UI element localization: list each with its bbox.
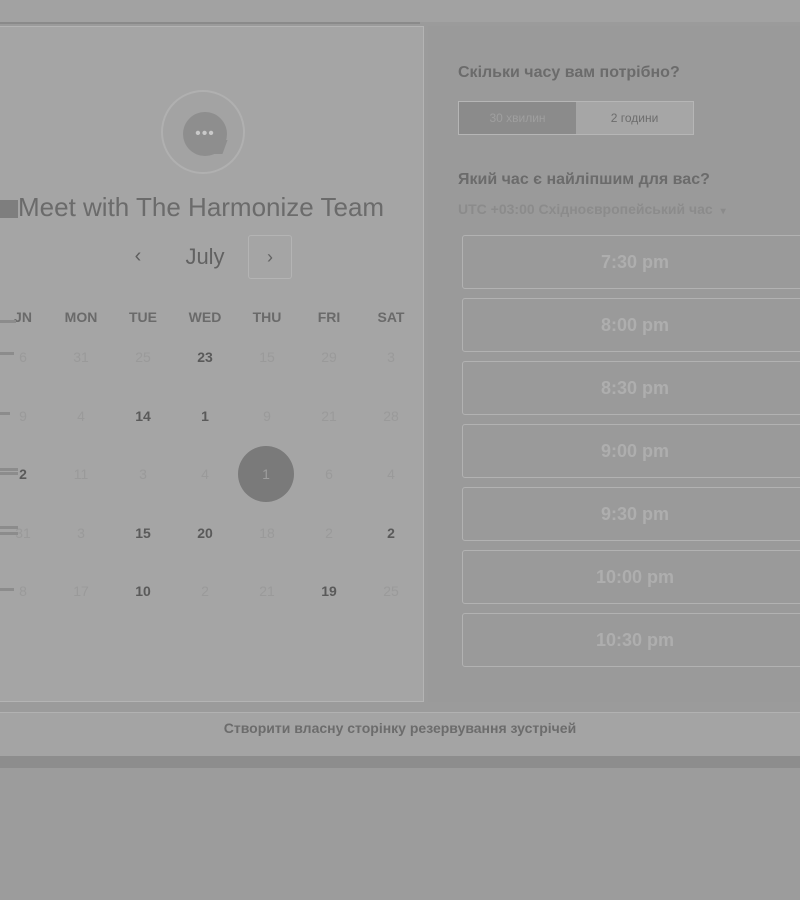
calendar-day: 4 — [201, 466, 209, 482]
calendar-day: 9 — [19, 408, 27, 424]
calendar-day: 2 — [325, 525, 333, 541]
calendar-day: 28 — [383, 408, 399, 424]
weekday-header: FRI — [317, 309, 341, 325]
calendar-day: 18 — [259, 525, 275, 541]
page-background — [0, 768, 800, 900]
weekday-header: TUE — [129, 309, 157, 325]
time-slot[interactable]: 10:00 pm — [462, 550, 800, 604]
time-slot[interactable]: 9:30 pm — [462, 487, 800, 541]
calendar-day[interactable]: 15 — [112, 525, 174, 541]
calendar-day: 4 — [387, 466, 395, 482]
time-slot[interactable]: 7:30 pm — [462, 235, 800, 289]
timezone-label: UTC +03:00 Східноєвропейський час — [458, 201, 713, 217]
weekday-header: WED — [188, 309, 222, 325]
calendar-day[interactable]: 10 — [112, 583, 174, 599]
calendar-day: 21 — [321, 408, 337, 424]
calendar-day[interactable]: 2 — [360, 525, 422, 541]
page-title: Meet with The Harmonize Team — [18, 192, 385, 222]
calendar-day[interactable]: 23 — [174, 349, 236, 365]
top-divider — [0, 22, 420, 24]
calendar-day: 25 — [383, 583, 399, 599]
weekday-header: THU — [252, 309, 282, 325]
calendar-day: 3 — [387, 349, 395, 365]
calendar-day[interactable]: 1 — [174, 408, 236, 424]
team-avatar: ••• — [161, 90, 245, 174]
calendar-day: 4 — [77, 408, 85, 424]
selected-day[interactable]: 1 — [238, 446, 294, 502]
footer-strip — [0, 756, 800, 768]
duration-option-30min[interactable]: 30 хвилин — [459, 102, 576, 134]
calendar-day: 6 — [325, 466, 333, 482]
duration-option-2h[interactable]: 2 години — [576, 102, 693, 134]
next-month-button[interactable]: › — [248, 235, 292, 279]
weekday-header: MON — [64, 309, 98, 325]
edge-mark — [0, 352, 14, 355]
duration-toggle: 30 хвилин 2 години — [458, 101, 694, 135]
chevron-down-icon: ▾ — [720, 206, 726, 217]
prev-month-button[interactable]: ‹ — [122, 240, 154, 272]
edge-mark — [0, 472, 18, 475]
calendar-day: 25 — [135, 349, 151, 365]
calendar-day: 29 — [321, 349, 337, 365]
weekday-header: SAT — [377, 309, 405, 325]
edge-mark — [0, 526, 18, 529]
timezone-selector[interactable]: UTC +03:00 Східноєвропейський час ▾ — [458, 201, 726, 217]
calendar-day: 21 — [259, 583, 275, 599]
create-booking-page-link[interactable]: Створити власну сторінку резервування зу… — [0, 720, 800, 736]
brand-mark — [0, 200, 18, 218]
time-slot[interactable]: 8:00 pm — [462, 298, 800, 352]
calendar-day[interactable]: 19 — [298, 583, 360, 599]
time-slot[interactable]: 10:30 pm — [462, 613, 800, 667]
time-slot[interactable]: 9:00 pm — [462, 424, 800, 478]
top-band — [0, 0, 800, 22]
calendar-day[interactable]: 14 — [112, 408, 174, 424]
calendar-day: 31 — [73, 349, 89, 365]
calendar-day: 8 — [19, 583, 27, 599]
edge-mark — [0, 532, 18, 535]
time-question: Який час є найліпшим для вас? — [458, 171, 710, 188]
duration-question: Скільки часу вам потрібно? — [458, 64, 680, 81]
calendar-day: 9 — [263, 408, 271, 424]
edge-mark — [0, 588, 14, 591]
edge-mark — [0, 320, 16, 323]
calendar-day: 3 — [139, 466, 147, 482]
edge-mark — [0, 468, 18, 471]
time-slot[interactable]: 8:30 pm — [462, 361, 800, 415]
calendar-day[interactable]: 20 — [174, 525, 236, 541]
calendar-day: 2 — [201, 583, 209, 599]
calendar-day: 17 — [73, 583, 89, 599]
calendar-day: 11 — [73, 466, 89, 482]
month-label: July — [185, 244, 225, 269]
calendar-day: 3 — [77, 525, 85, 541]
edge-mark — [0, 412, 10, 415]
calendar-day: 15 — [259, 349, 275, 365]
